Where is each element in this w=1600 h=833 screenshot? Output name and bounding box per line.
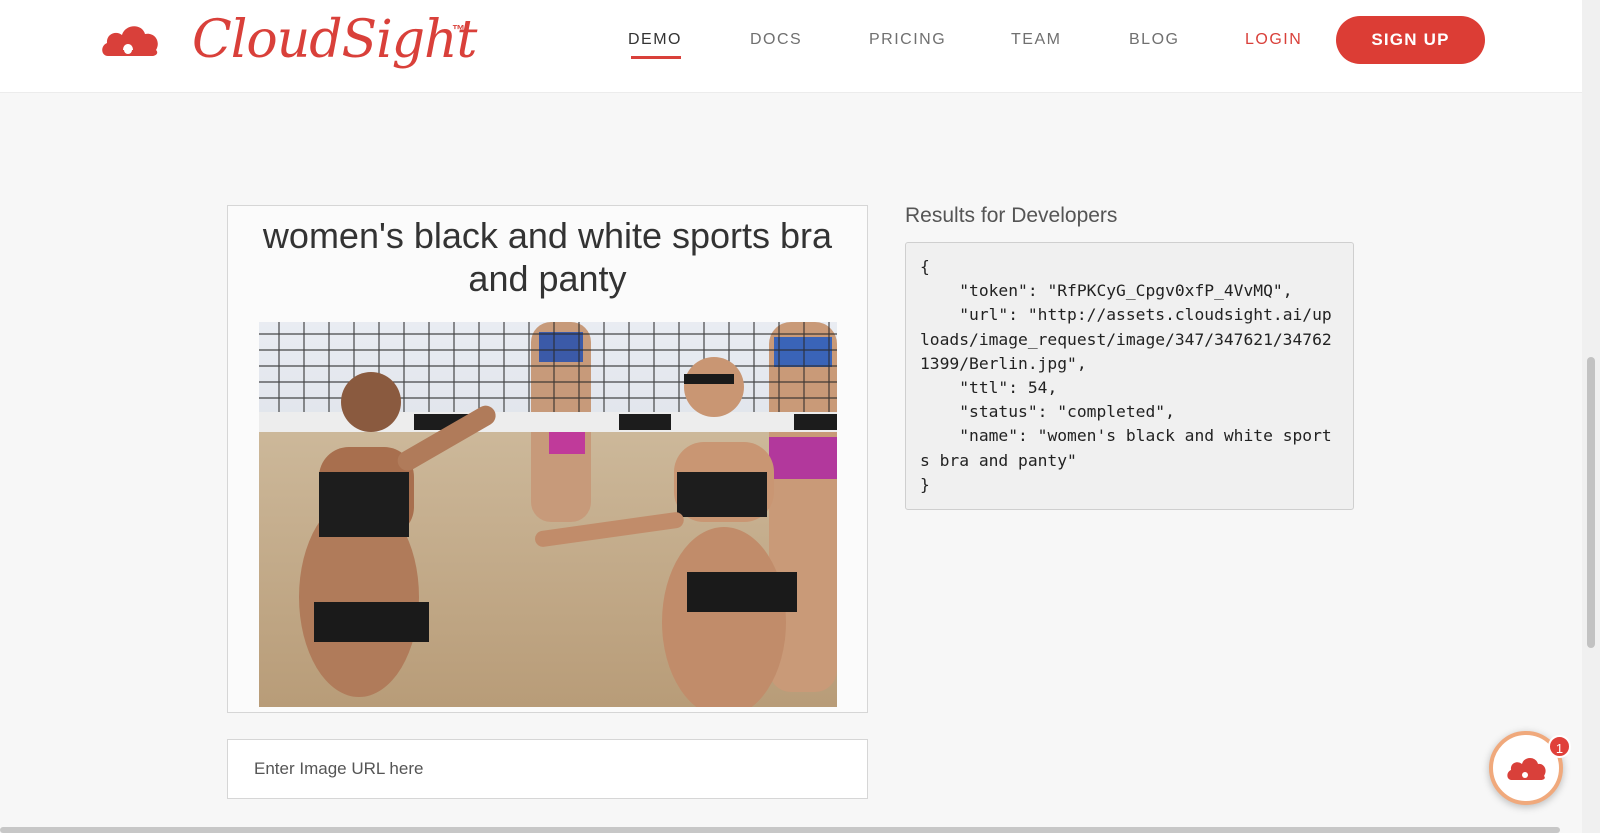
top-navigation-bar: CloudSight ™ DEMO DOCS PRICING TEAM BLOG… — [0, 0, 1582, 93]
notification-badge: 1 — [1548, 735, 1571, 758]
nav-login[interactable]: LOGIN — [1245, 30, 1302, 50]
cloud-chat-icon — [1507, 758, 1546, 780]
photo-illustration — [259, 322, 837, 707]
analyzed-photo — [259, 322, 837, 707]
vertical-scrollbar-thumb[interactable] — [1587, 357, 1595, 648]
nav-blog[interactable]: BLOG — [1129, 30, 1179, 50]
recognition-result-card: women's black and white sports bra and p… — [227, 205, 868, 713]
recognition-result-title: women's black and white sports bra and p… — [262, 215, 833, 299]
image-url-box — [227, 739, 868, 799]
cloud-logo-icon[interactable] — [100, 20, 162, 60]
nav-demo[interactable]: DEMO — [628, 30, 682, 50]
nav-team[interactable]: TEAM — [1011, 30, 1061, 50]
developer-json-output: { "token": "RfPKCyG_Cpgv0xfP_4VvMQ", "ur… — [905, 242, 1354, 510]
nav-active-indicator — [631, 56, 681, 59]
horizontal-scrollbar[interactable] — [0, 827, 1560, 833]
developer-results-heading: Results for Developers — [905, 204, 1118, 227]
logo-wordmark[interactable]: CloudSight — [192, 8, 477, 72]
sign-up-button[interactable]: SIGN UP — [1336, 16, 1485, 64]
trademark-mark: ™ — [452, 22, 466, 37]
nav-pricing[interactable]: PRICING — [869, 30, 946, 50]
nav-docs[interactable]: DOCS — [750, 30, 802, 50]
image-url-input[interactable] — [228, 740, 867, 798]
